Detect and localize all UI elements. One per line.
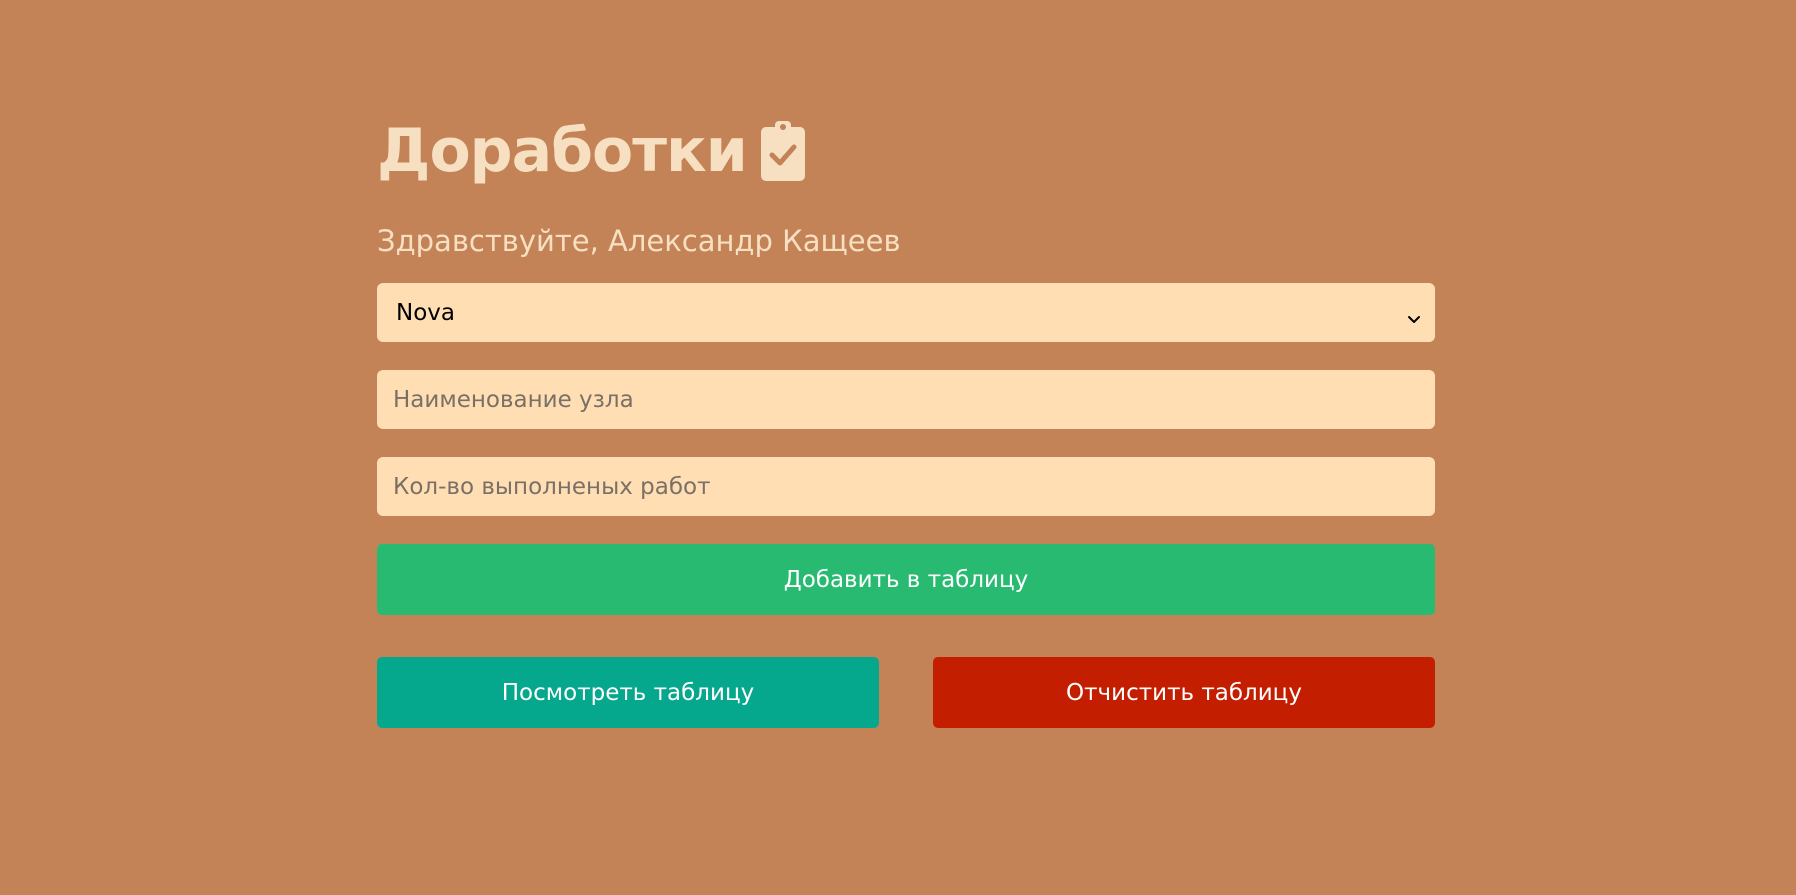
view-table-button[interactable]: Посмотреть таблицу xyxy=(377,657,879,728)
form-container: Доработки Здравствуйте, Александр Кащеев… xyxy=(377,115,1435,728)
clipboard-check-icon xyxy=(759,119,807,183)
project-select-value: Nova xyxy=(396,299,455,326)
node-name-input[interactable] xyxy=(391,385,1421,414)
greeting-text: Здравствуйте, Александр Кащеев xyxy=(377,224,901,258)
project-select[interactable]: Nova xyxy=(377,283,1435,342)
chevron-down-icon xyxy=(1407,306,1421,323)
table-actions: Посмотреть таблицу Отчистить таблицу xyxy=(377,657,1435,728)
clear-table-button[interactable]: Отчистить таблицу xyxy=(933,657,1435,728)
works-count-input[interactable] xyxy=(391,472,1421,501)
page-title: Доработки xyxy=(377,116,748,186)
works-count-field xyxy=(377,457,1435,516)
add-to-table-button[interactable]: Добавить в таблицу xyxy=(377,544,1435,615)
app-page: Доработки Здравствуйте, Александр Кащеев… xyxy=(0,0,1796,895)
header: Доработки xyxy=(377,115,1435,187)
node-name-field xyxy=(377,370,1435,429)
